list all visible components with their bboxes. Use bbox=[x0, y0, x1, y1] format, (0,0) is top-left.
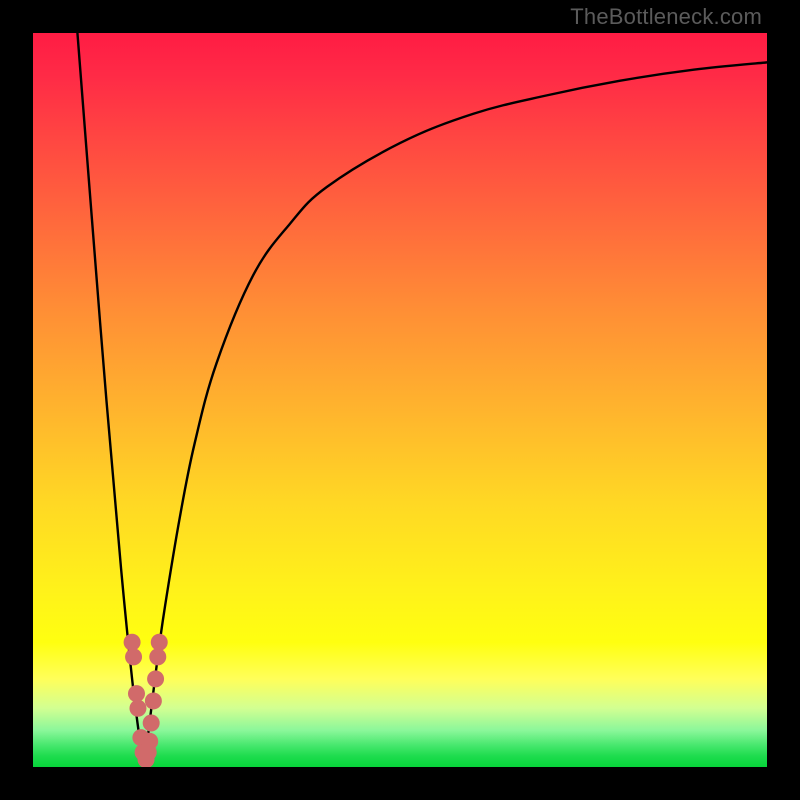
data-marker bbox=[151, 634, 168, 651]
data-marker bbox=[129, 700, 146, 717]
data-marker bbox=[145, 692, 162, 709]
plot-area bbox=[33, 33, 767, 767]
bottleneck-curve bbox=[77, 33, 767, 767]
data-marker bbox=[125, 648, 142, 665]
data-marker bbox=[147, 670, 164, 687]
data-marker bbox=[128, 685, 145, 702]
data-marker bbox=[124, 634, 141, 651]
chart-frame: TheBottleneck.com bbox=[0, 0, 800, 800]
data-marker bbox=[140, 744, 157, 761]
watermark-text: TheBottleneck.com bbox=[570, 4, 762, 30]
data-marker bbox=[143, 714, 160, 731]
data-marker bbox=[149, 648, 166, 665]
chart-svg bbox=[33, 33, 767, 767]
